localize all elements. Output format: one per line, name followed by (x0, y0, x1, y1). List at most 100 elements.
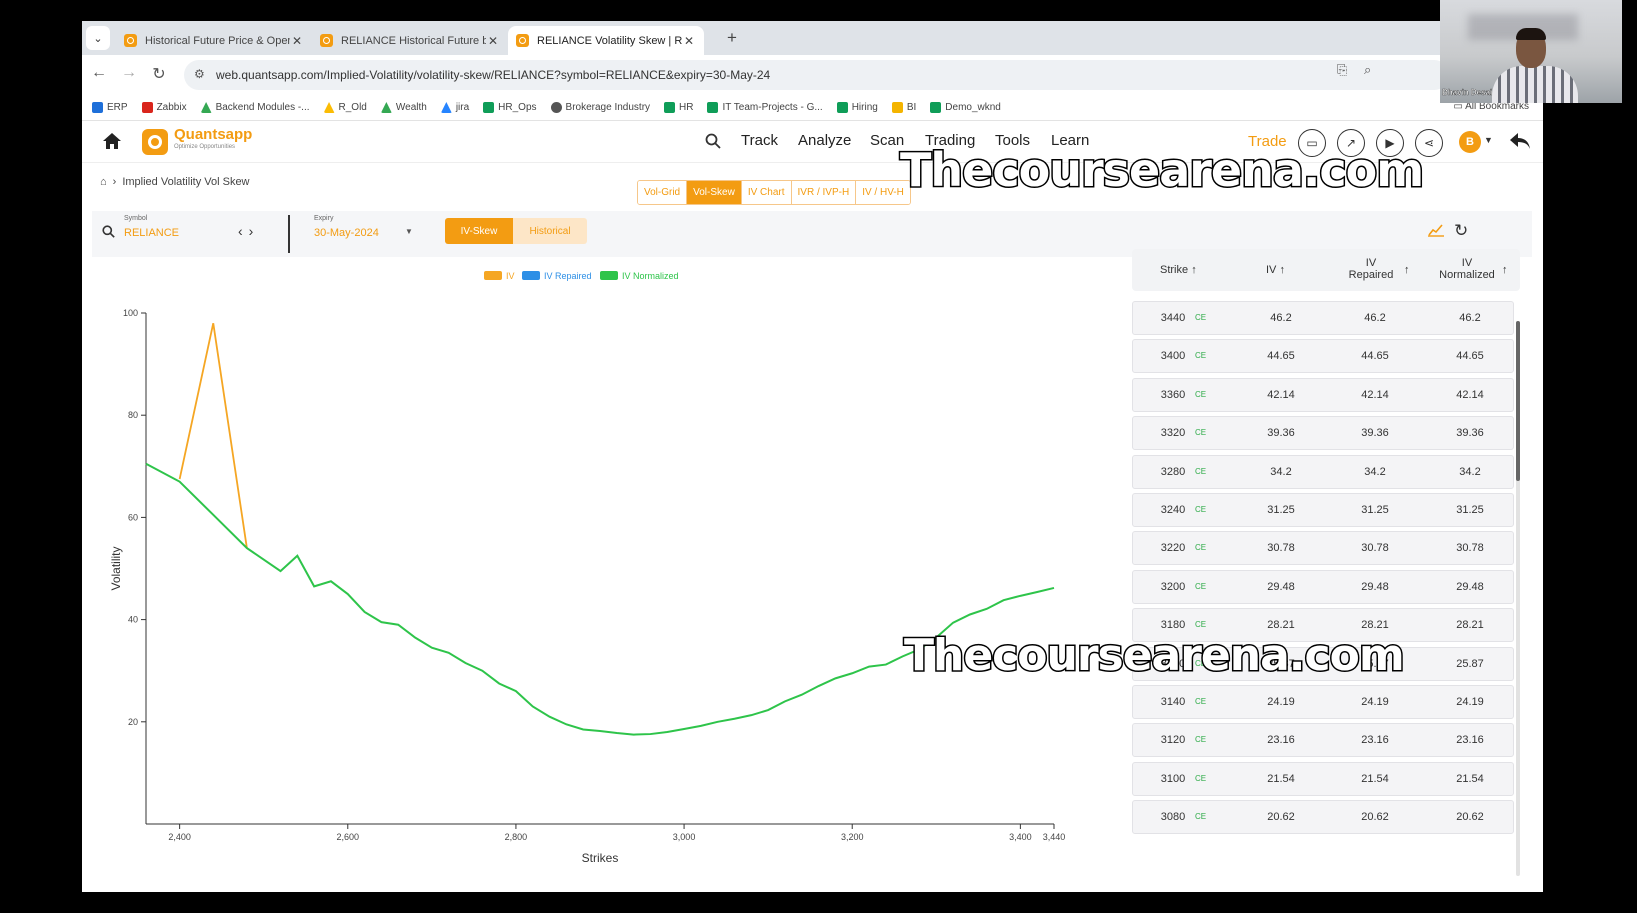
sort-arrow-icon[interactable]: ↑ (1502, 264, 1508, 276)
cell-strike: 3320 (1160, 427, 1186, 440)
symbol-input[interactable]: RELIANCE (124, 227, 179, 239)
zoom-icon[interactable]: ⌕ (1364, 62, 1371, 78)
home-outline-icon[interactable]: ⌂ (100, 176, 107, 188)
table-row[interactable]: 3360 42.14 42.14 42.14 CE (1132, 377, 1514, 412)
option-type-badge: CE (1195, 543, 1207, 553)
scrollbar-thumb[interactable] (1516, 321, 1520, 481)
table-row[interactable]: 3320 39.36 39.36 39.36 CE (1132, 416, 1514, 451)
bookmark-demo[interactable]: Demo_wknd (930, 102, 1001, 113)
presenter-name: Bhavin Desai (1442, 88, 1493, 97)
install-app-icon[interactable]: ⎘ (1337, 62, 1347, 78)
cell-norm: 31.25 (1456, 504, 1484, 516)
bookmark-jira[interactable]: jira (440, 102, 469, 113)
symbol-prev-next-icon[interactable]: ‹› (238, 223, 259, 239)
watermark-text: Thecoursearena.com (903, 629, 1407, 683)
url-text[interactable]: web.quantsapp.com/Implied-Volatility/vol… (216, 68, 770, 82)
table-row[interactable]: 3120 23.16 23.16 23.16 CE (1132, 723, 1514, 758)
close-tab-icon[interactable]: ✕ (486, 34, 500, 48)
bookmark-brokerage[interactable]: Brokerage Industry (550, 102, 651, 113)
search-icon[interactable] (705, 133, 721, 154)
close-tab-icon[interactable]: ✕ (290, 34, 304, 48)
logo-name[interactable]: Quantsapp (174, 126, 252, 143)
browser-tab[interactable]: RELIANCE Historical Future bui ✕ (312, 26, 508, 55)
table-row[interactable]: 3080 20.62 20.62 20.62 CE (1132, 800, 1514, 835)
screen-recording-frame: ⌄ Historical Future Price & Open ✕ RELIA… (82, 0, 1622, 913)
sort-arrow-icon[interactable]: ↑ (1404, 264, 1410, 276)
address-bar-row: ← → ↻ ⚙ web.quantsapp.com/Implied-Volati… (82, 55, 1543, 95)
table-row[interactable]: 3100 21.54 21.54 21.54 CE (1132, 761, 1514, 796)
quantsapp-logo-icon[interactable] (142, 129, 168, 155)
bookmark-label: Brokerage Industry (565, 102, 651, 113)
table-row[interactable]: 3280 34.2 34.2 34.2 CE (1132, 454, 1514, 489)
refresh-icon[interactable]: ↻ (1454, 221, 1468, 241)
col-iv-repaired[interactable]: IV Repaired (1346, 257, 1396, 281)
expiry-select[interactable]: 30-May-2024 (314, 227, 379, 239)
browser-tab[interactable]: Historical Future Price & Open ✕ (116, 26, 312, 55)
forward-arrow-icon[interactable]: → (118, 64, 140, 82)
new-tab-icon[interactable]: + (727, 28, 737, 48)
sort-arrow-icon[interactable]: ↑ (1191, 264, 1197, 276)
bookmark-zabbix[interactable]: Zabbix (141, 102, 187, 113)
bookmark-hr-ops[interactable]: HR_Ops (483, 102, 537, 113)
url-bar[interactable]: ⚙ web.quantsapp.com/Implied-Volatility/v… (184, 60, 1449, 90)
reload-icon[interactable]: ↻ (148, 64, 170, 84)
bookmark-wealth[interactable]: Wealth (380, 102, 427, 113)
iv-skew-button[interactable]: IV-Skew (445, 218, 513, 244)
col-strike[interactable]: Strike ↑ (1160, 264, 1197, 276)
table-row[interactable]: 3140 24.19 24.19 24.19 CE (1132, 685, 1514, 719)
user-avatar[interactable]: B (1459, 131, 1481, 153)
sheets-icon (707, 102, 719, 113)
tab-search-button[interactable]: ⌄ (86, 26, 110, 50)
chart-trend-icon[interactable] (1428, 223, 1444, 242)
close-tab-icon[interactable]: ✕ (682, 34, 696, 48)
search-icon[interactable] (102, 225, 115, 243)
caret-down-icon[interactable]: ▼ (405, 227, 413, 236)
x-tick-label: 2,800 (505, 832, 528, 842)
bookmark-bi[interactable]: BI (891, 102, 916, 113)
cell-iv: 46.2 (1270, 312, 1292, 324)
sort-arrow-icon[interactable]: ↑ (1279, 264, 1285, 276)
bookmark-hiring[interactable]: Hiring (836, 102, 878, 113)
globe-icon (550, 102, 562, 113)
table-row[interactable]: 3220 30.78 30.78 30.78 CE (1132, 531, 1514, 566)
bookmark-hr[interactable]: HR (664, 102, 693, 113)
menu-analyze[interactable]: Analyze (798, 132, 851, 149)
back-arrow-icon[interactable]: ← (88, 64, 110, 82)
col-iv[interactable]: IV ↑ (1266, 264, 1285, 276)
presenter-hair (1516, 28, 1546, 40)
quantsapp-favicon (516, 34, 529, 47)
breadcrumb: ⌂ › Implied Volatility Vol Skew (100, 176, 250, 188)
caret-down-icon[interactable]: ▼ (1484, 135, 1493, 145)
bookmark-backend[interactable]: Backend Modules -... (200, 102, 310, 113)
cell-norm: 30.78 (1456, 542, 1484, 555)
undo-arrow-icon[interactable] (1508, 130, 1532, 157)
table-row[interactable]: 3240 31.25 31.25 31.25 CE (1132, 493, 1514, 527)
bookmark-it-team[interactable]: IT Team-Projects - G... (707, 102, 823, 113)
cell-strike: 3440 (1160, 312, 1186, 324)
bookmark-label: HR (679, 102, 694, 113)
expiry-label: Expiry (314, 215, 334, 222)
tab-vol-grid[interactable]: Vol-Grid (638, 181, 688, 204)
bookmark-erp[interactable]: ERP (92, 102, 128, 113)
bookmark-rold[interactable]: R_Old (323, 102, 367, 113)
menu-track[interactable]: Track (741, 132, 778, 149)
cell-rep: 30.78 (1361, 542, 1389, 555)
home-icon[interactable] (102, 131, 122, 156)
tab-iv-chart[interactable]: IV Chart (741, 181, 792, 204)
table-row[interactable]: 3200 29.48 29.48 29.48 CE (1132, 569, 1514, 604)
col-iv-normalized[interactable]: IV Normalized (1437, 257, 1497, 281)
tab-vol-skew[interactable]: Vol-Skew (687, 181, 742, 204)
y-tick-label: 100 (123, 308, 138, 318)
x-axis-label: Strikes (582, 851, 619, 865)
cell-rep: 46.2 (1364, 312, 1386, 324)
table-row[interactable]: 3400 44.65 44.65 44.65 CE (1132, 339, 1514, 374)
bookmark-label: HR_Ops (498, 102, 537, 113)
tab-ivr-ivp[interactable]: IVR / IVP-H (791, 181, 857, 204)
site-settings-icon[interactable]: ⚙ (194, 67, 205, 81)
bookmark-label: IT Team-Projects - G... (722, 102, 823, 113)
browser-tab-active[interactable]: RELIANCE Volatility Skew | REL ✕ (508, 26, 704, 55)
historical-button[interactable]: Historical (513, 218, 587, 244)
cell-norm: 24.19 (1456, 696, 1484, 708)
table-row[interactable]: 3440 46.2 46.2 46.2 CE (1132, 301, 1514, 335)
cell-rep: 23.16 (1361, 734, 1389, 747)
